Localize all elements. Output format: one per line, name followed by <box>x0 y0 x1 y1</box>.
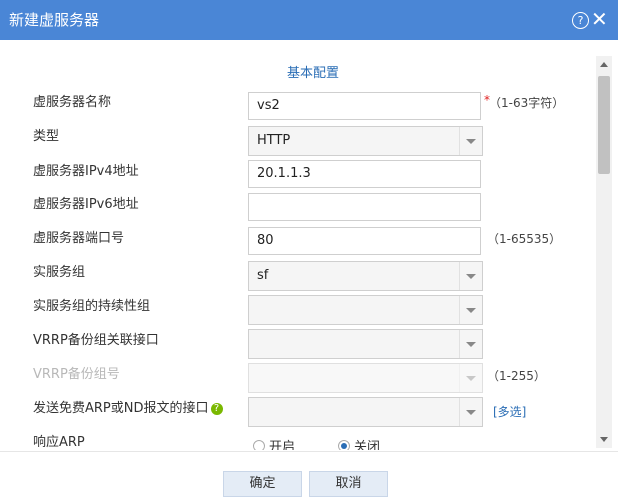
chevron-down-icon <box>466 342 476 347</box>
garp-if-select[interactable] <box>248 397 483 427</box>
name-hint: （1-63字符） <box>489 96 565 110</box>
vrrp-id-hint: （1-255） <box>487 369 546 383</box>
real-group-value: sf <box>257 268 269 283</box>
type-select[interactable]: HTTP <box>248 126 483 156</box>
vrrp-if-label: VRRP备份组关联接口 <box>33 333 159 348</box>
new-virtual-server-dialog: 新建虚服务器 ? ✕ 基本配置 虚服务器名称 vs2 * （1-63字符） 类型… <box>0 0 618 502</box>
ipv4-label: 虚服务器IPv4地址 <box>33 164 139 179</box>
arp-on-radio[interactable] <box>253 440 265 450</box>
port-label: 虚服务器端口号 <box>33 231 125 246</box>
persist-group-select[interactable] <box>248 295 483 325</box>
scrollbar[interactable] <box>596 56 612 448</box>
ipv6-label: 虚服务器IPv6地址 <box>33 197 139 212</box>
dialog-title: 新建虚服务器 <box>9 11 100 29</box>
real-group-label: 实服务组 <box>33 265 86 280</box>
port-input[interactable]: 80 <box>248 227 481 255</box>
type-value: HTTP <box>257 133 291 148</box>
port-hint: （1-65535） <box>487 232 562 246</box>
form-content: 基本配置 虚服务器名称 vs2 * （1-63字符） 类型 HTTP 虚服务器I… <box>0 40 596 450</box>
help-icon[interactable]: ? <box>572 12 589 29</box>
dialog-titlebar: 新建虚服务器 ? ✕ <box>0 0 618 40</box>
type-label: 类型 <box>33 129 60 144</box>
name-label: 虚服务器名称 <box>33 95 112 110</box>
name-input[interactable]: vs2 <box>248 92 481 120</box>
chevron-down-icon <box>466 410 476 415</box>
chevron-down-icon <box>466 139 476 144</box>
scroll-down-icon[interactable] <box>600 437 608 442</box>
ok-button[interactable]: 确定 <box>223 471 302 497</box>
cancel-button[interactable]: 取消 <box>309 471 388 497</box>
close-icon[interactable]: ✕ <box>591 9 608 29</box>
ipv6-input[interactable] <box>248 193 481 221</box>
scroll-thumb[interactable] <box>598 76 610 174</box>
chevron-down-icon <box>466 274 476 279</box>
arp-off-label: 关闭 <box>354 440 381 450</box>
vrrp-if-select[interactable] <box>248 329 483 359</box>
arp-off-radio[interactable] <box>338 440 350 450</box>
ipv4-input[interactable]: 20.1.1.3 <box>248 160 481 188</box>
scroll-up-icon[interactable] <box>600 62 608 67</box>
arp-on-label: 开启 <box>269 440 296 450</box>
section-title-basic: 基本配置 <box>287 66 340 81</box>
real-group-select[interactable]: sf <box>248 261 483 291</box>
multi-select-link[interactable]: [多选] <box>493 403 526 420</box>
garp-if-label: 发送免费ARP或ND报文的接口? <box>33 397 223 416</box>
chevron-down-icon <box>466 308 476 313</box>
chevron-down-icon <box>466 376 476 381</box>
vrrp-id-select <box>248 363 483 393</box>
persist-group-label: 实服务组的持续性组 <box>33 299 151 314</box>
question-icon[interactable]: ? <box>210 402 223 415</box>
vrrp-id-label: VRRP备份组号 <box>33 367 120 382</box>
arp-label: 响应ARP <box>33 435 85 450</box>
garp-if-label-text: 发送免费ARP或ND报文的接口 <box>33 401 209 416</box>
dialog-footer: 确定 取消 <box>0 451 618 502</box>
